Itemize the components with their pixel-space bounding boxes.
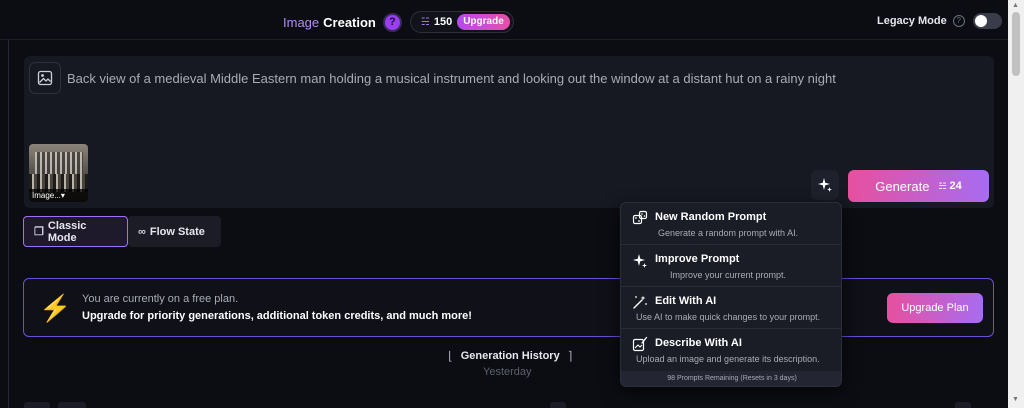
prompt-input[interactable]: Back view of a medieval Middle Eastern m…	[67, 71, 836, 86]
describe-image-icon	[632, 336, 648, 352]
menu-item-title: Edit With AI	[655, 295, 717, 307]
legacy-mode: Legacy Mode ?	[877, 13, 1002, 29]
credits-count: 150	[433, 16, 453, 28]
left-divider	[8, 40, 9, 408]
coin-icon: ☵	[938, 180, 947, 191]
flow-state-label: Flow State	[149, 225, 205, 238]
bracket-right-icon: ⌉	[567, 349, 573, 363]
sparkle-icon	[633, 254, 647, 268]
history-item-stub[interactable]	[58, 402, 86, 408]
menu-item-describe-with-ai[interactable]: Describe With AI Upload an image and gen…	[621, 329, 841, 371]
ai-prompt-tools-button[interactable]	[811, 170, 839, 200]
history-item-stub[interactable]	[550, 402, 566, 408]
free-plan-banner: ⚡ You are currently on a free plan. Upgr…	[23, 278, 994, 337]
upgrade-button[interactable]: Upgrade	[457, 14, 510, 30]
generate-label: Generate	[875, 178, 930, 194]
plan-status-text: You are currently on a free plan.	[82, 293, 239, 305]
history-item-stub[interactable]	[955, 402, 971, 408]
images-icon: ❐	[34, 226, 44, 238]
toggle-knob	[974, 15, 987, 27]
thumbnail-building	[35, 152, 83, 176]
scroll-up-icon[interactable]: ▲	[1012, 2, 1019, 9]
page-scrollbar[interactable]: ▲ ▼	[1008, 0, 1024, 408]
image-upload-button[interactable]	[29, 62, 61, 94]
plan-upsell-text: Upgrade for priority generations, additi…	[82, 310, 472, 322]
scroll-down-icon[interactable]: ▼	[1012, 396, 1019, 403]
coin-icon: ☵	[420, 16, 430, 28]
menu-item-desc: Generate a random prompt with AI.	[658, 228, 799, 238]
magic-wand-icon	[633, 295, 647, 309]
upgrade-plan-button[interactable]: Upgrade Plan	[887, 293, 983, 323]
classic-mode-label: Classic Mode	[47, 219, 87, 244]
generation-history-label: Generation History	[460, 350, 560, 362]
generate-button[interactable]: Generate ☵ 24	[848, 170, 989, 202]
lightning-icon: ⚡	[39, 293, 72, 323]
infinity-icon: ∞	[138, 225, 146, 238]
classic-mode-button[interactable]: ❐ Classic Mode	[23, 216, 128, 247]
image-icon	[37, 70, 53, 86]
prompt-card: Back view of a medieval Middle Eastern m…	[24, 56, 994, 208]
menu-item-desc: Use AI to make quick changes to your pro…	[636, 312, 821, 322]
menu-item-improve-prompt[interactable]: Improve Prompt Improve your current prom…	[621, 245, 841, 287]
scrollbar-thumb[interactable]	[1012, 12, 1020, 76]
menu-item-desc: Upload an image and generate its descrip…	[636, 354, 820, 364]
bracket-left-icon: ⌊	[448, 349, 453, 363]
mode-switcher: ❐ Classic Mode ∞ Flow State	[23, 216, 221, 247]
legacy-help-icon[interactable]: ?	[952, 15, 965, 27]
menu-item-title: Improve Prompt	[655, 253, 740, 265]
menu-item-desc: Improve your current prompt.	[670, 270, 787, 280]
menu-item-new-random-prompt[interactable]: New Random Prompt Generate a random prom…	[621, 203, 841, 245]
ai-prompt-tools-menu: New Random Prompt Generate a random prom…	[620, 202, 842, 387]
credits-pill[interactable]: ☵ 150 Upgrade	[409, 11, 514, 33]
reference-image-thumbnail[interactable]: Image...▾	[29, 144, 88, 202]
sparkle-icon	[818, 178, 832, 192]
title-creation: Creation	[323, 14, 376, 30]
prompts-remaining: 98 Prompts Remaining (Resets in 3 days)	[621, 371, 841, 386]
generate-cost: 24	[949, 180, 962, 192]
help-icon[interactable]: ?	[382, 12, 402, 32]
thumbnail-label[interactable]: Image...▾	[29, 189, 88, 202]
history-item-stub[interactable]	[24, 402, 50, 408]
menu-item-edit-with-ai[interactable]: Edit With AI Use AI to make quick change…	[621, 287, 841, 329]
history-date-group: Yesterday	[483, 366, 532, 378]
top-bar: Image Creation ? ☵ 150 Upgrade Legacy Mo…	[0, 0, 1008, 40]
legacy-mode-toggle[interactable]	[972, 13, 1002, 29]
menu-item-title: Describe With AI	[655, 337, 742, 349]
page-title: Image Creation ? ☵ 150 Upgrade	[283, 11, 514, 33]
title-image: Image	[283, 14, 320, 30]
generation-history-header[interactable]: ⌊ Generation History ⌉	[448, 349, 572, 363]
menu-item-title: New Random Prompt	[655, 211, 767, 223]
random-prompt-icon	[632, 210, 648, 225]
flow-state-button[interactable]: ∞ Flow State	[128, 216, 221, 247]
legacy-mode-label: Legacy Mode	[877, 15, 947, 27]
